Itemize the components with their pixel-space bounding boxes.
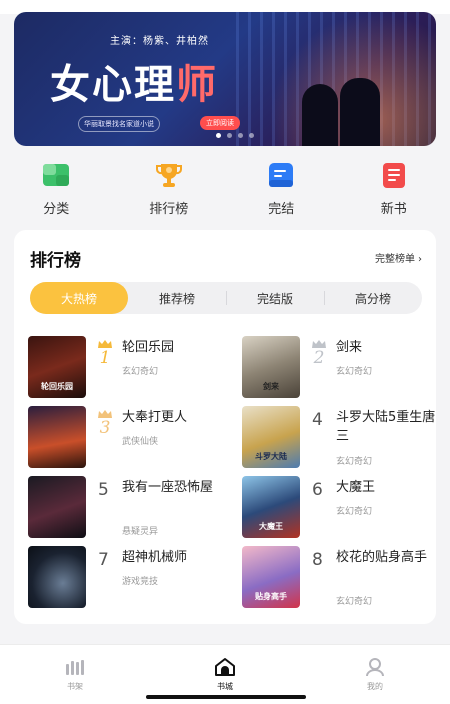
banner-dot[interactable] bbox=[238, 133, 243, 138]
book-item[interactable]: 大魔王 6 大魔王 玄幻奇幻 bbox=[242, 476, 442, 538]
book-title: 我有一座恐怖屋 bbox=[122, 480, 214, 495]
full-ranking-link[interactable]: 完整榜单 › bbox=[375, 250, 422, 265]
banner-subtitle: 主演：杨紫、井柏然 bbox=[110, 36, 209, 47]
category-icon bbox=[41, 160, 71, 190]
book-cover[interactable] bbox=[28, 406, 86, 468]
book-genre: 玄幻奇幻 bbox=[336, 507, 373, 517]
bookstore-icon bbox=[215, 658, 235, 676]
book-title: 大魔王 bbox=[336, 480, 376, 495]
home-indicator bbox=[146, 695, 306, 699]
completed-icon bbox=[266, 160, 296, 190]
rank-badge-gold: 1 bbox=[96, 340, 114, 372]
banner-tagline: 华丽取景找名家道小说 bbox=[78, 116, 160, 132]
book-item[interactable]: 贴身高手 8 校花的贴身高手 玄幻奇幻 bbox=[242, 546, 442, 608]
book-genre: 游戏竞技 bbox=[122, 577, 159, 587]
book-cover[interactable]: 大魔王 bbox=[242, 476, 300, 538]
book-cover[interactable]: 贴身高手 bbox=[242, 546, 300, 608]
book-item[interactable]: 3 大奉打更人 武侠仙侠 bbox=[28, 406, 228, 468]
book-cover[interactable]: 轮回乐园 bbox=[28, 336, 86, 398]
quick-nav-category[interactable]: 分类 bbox=[16, 160, 96, 222]
book-title: 斗罗大陆5重生唐三 bbox=[336, 410, 436, 444]
crown-icon bbox=[98, 410, 112, 418]
quick-nav-label: 分类 bbox=[43, 202, 70, 217]
book-genre: 玄幻奇幻 bbox=[122, 367, 159, 377]
banner-couple-silhouette bbox=[296, 76, 388, 146]
tabbar-profile[interactable]: 我的 bbox=[330, 645, 420, 704]
book-item[interactable]: 剑来 2 剑来 玄幻奇幻 bbox=[242, 336, 442, 398]
banner-read-button[interactable]: 立即阅读 bbox=[200, 116, 240, 130]
banner-dot[interactable] bbox=[216, 133, 221, 138]
book-cover[interactable] bbox=[28, 476, 86, 538]
book-item[interactable]: 5 我有一座恐怖屋 悬疑灵异 bbox=[28, 476, 228, 538]
banner-dot[interactable] bbox=[249, 133, 254, 138]
quick-nav-label: 新书 bbox=[380, 202, 407, 217]
rank-number: 4 bbox=[312, 410, 323, 430]
book-genre: 悬疑灵异 bbox=[122, 527, 159, 537]
rank-number: 8 bbox=[312, 550, 323, 570]
book-title: 大奉打更人 bbox=[122, 410, 188, 425]
book-item[interactable]: 轮回乐园 1 轮回乐园 玄幻奇幻 bbox=[28, 336, 228, 398]
trophy-icon bbox=[154, 160, 184, 190]
quick-nav-ranking[interactable]: 排行榜 bbox=[129, 160, 209, 222]
chevron-right-icon: › bbox=[418, 254, 422, 265]
rank-badge-silver: 2 bbox=[310, 340, 328, 372]
crown-icon bbox=[312, 340, 326, 348]
tab-recommended[interactable]: 推荐榜 bbox=[128, 282, 226, 314]
book-genre: 玄幻奇幻 bbox=[336, 367, 373, 377]
rank-badge-bronze: 3 bbox=[96, 410, 114, 442]
book-title: 超神机械师 bbox=[122, 550, 188, 565]
tab-completed[interactable]: 完结版 bbox=[226, 282, 324, 314]
quick-nav: 分类 排行榜 完结 新书 bbox=[0, 160, 450, 222]
book-genre: 武侠仙侠 bbox=[122, 437, 159, 447]
bookshelf-icon bbox=[66, 660, 84, 675]
book-cover[interactable]: 剑来 bbox=[242, 336, 300, 398]
tabbar-label: 书城 bbox=[217, 682, 233, 691]
quick-nav-label: 排行榜 bbox=[149, 202, 189, 217]
tab-top-rated[interactable]: 高分榜 bbox=[324, 282, 422, 314]
crown-icon bbox=[98, 340, 112, 348]
book-cover[interactable] bbox=[28, 546, 86, 608]
book-title: 剑来 bbox=[336, 340, 363, 355]
quick-nav-completed[interactable]: 完结 bbox=[241, 160, 321, 222]
profile-icon bbox=[366, 658, 384, 677]
book-cover[interactable]: 斗罗大陆 bbox=[242, 406, 300, 468]
book-genre: 玄幻奇幻 bbox=[336, 457, 373, 467]
banner-title: 女心理师 bbox=[50, 61, 218, 108]
book-item[interactable]: 斗罗大陆 4 斗罗大陆5重生唐三 玄幻奇幻 bbox=[242, 406, 442, 468]
book-item[interactable]: 7 超神机械师 游戏竞技 bbox=[28, 546, 228, 608]
promo-banner[interactable]: 主演：杨紫、井柏然 女心理师 华丽取景找名家道小说 立即阅读 bbox=[14, 12, 436, 146]
rank-number: 6 bbox=[312, 480, 323, 500]
tabbar-bookshelf[interactable]: 书架 bbox=[30, 645, 120, 704]
rank-number: 7 bbox=[98, 550, 109, 570]
book-title: 校花的贴身高手 bbox=[336, 550, 428, 565]
ranking-title: 排行榜 bbox=[30, 251, 81, 271]
banner-pagination bbox=[216, 133, 254, 138]
book-title: 轮回乐园 bbox=[122, 340, 175, 355]
tab-hot[interactable]: 大热榜 bbox=[30, 282, 128, 314]
quick-nav-label: 完结 bbox=[268, 202, 295, 217]
banner-dot[interactable] bbox=[227, 133, 232, 138]
new-book-icon bbox=[379, 160, 409, 190]
book-genre: 玄幻奇幻 bbox=[336, 597, 373, 607]
tabbar-label: 书架 bbox=[67, 682, 83, 691]
rank-number: 5 bbox=[98, 480, 109, 500]
quick-nav-new-books[interactable]: 新书 bbox=[354, 160, 434, 222]
tabbar-label: 我的 bbox=[367, 682, 383, 691]
ranking-card: 排行榜 完整榜单 › 大热榜 推荐榜 完结版 高分榜 轮回乐园 1 轮回乐园 玄幻… bbox=[14, 230, 436, 624]
ranking-tabs: 大热榜 推荐榜 完结版 高分榜 bbox=[30, 282, 422, 314]
